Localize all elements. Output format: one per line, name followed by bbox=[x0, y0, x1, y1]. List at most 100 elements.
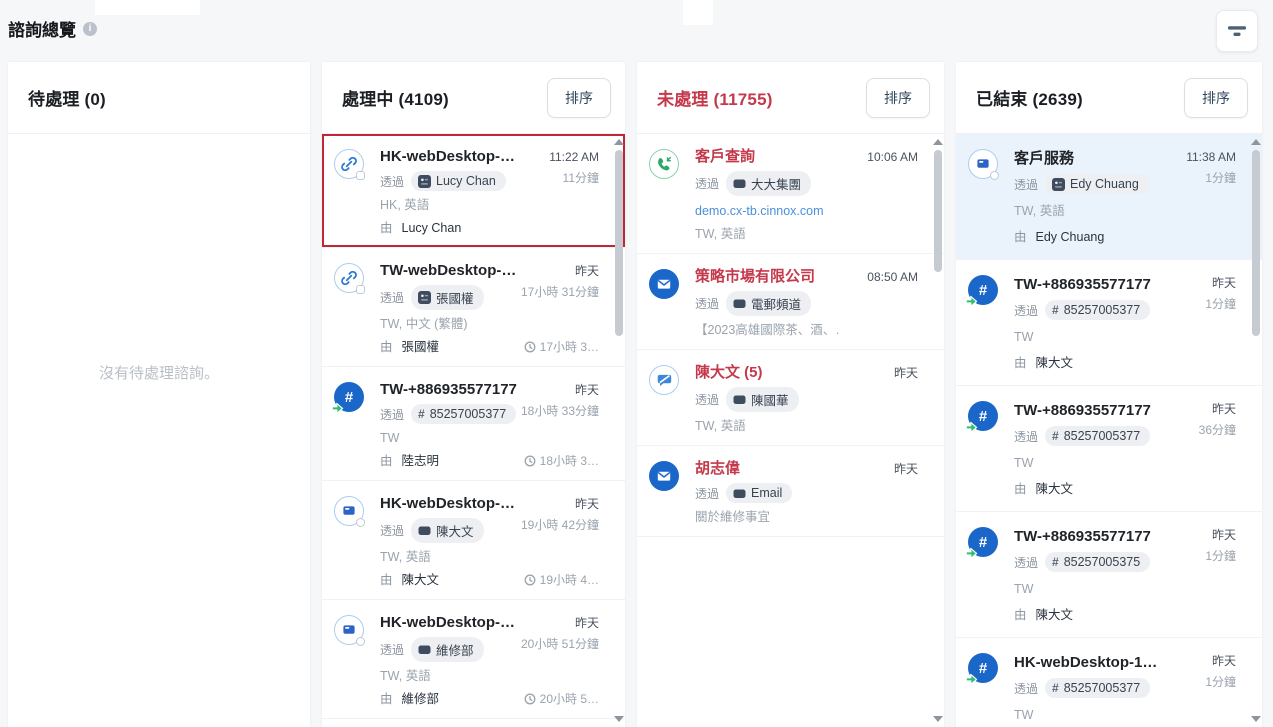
conversation-card[interactable]: 策略市場有限公司 08:50 AM 透過 電郵頻道 【2023高雄國際茶、酒、… bbox=[637, 254, 944, 350]
handled-by-name: 維修部 bbox=[401, 692, 440, 706]
conversation-card[interactable]: TW-webDesktop-158 昨天 17小時 31分鐘 透過 張國權 TW, 中文 … bbox=[322, 248, 625, 367]
conversation-card[interactable]: 客戶查詢 10:06 AM 透過 大大集團 demo.cx-tb.cinnox.com T… bbox=[637, 134, 944, 254]
card-time: 昨天 bbox=[574, 264, 599, 278]
scroll-up-arrow[interactable] bbox=[933, 139, 943, 145]
sort-button[interactable]: 排序 bbox=[866, 77, 930, 118]
scroll-down-arrow[interactable] bbox=[614, 716, 624, 722]
column-header-ended: 已結束 (2639) 排序 bbox=[956, 62, 1262, 134]
white-patch bbox=[683, 0, 713, 25]
handled-by-name: 陸志明 bbox=[401, 454, 440, 468]
info-icon[interactable]: i bbox=[83, 21, 97, 36]
column-header-in-progress: 處理中 (4109) 排序 bbox=[322, 62, 625, 134]
card-timestamps: 昨天 20小時 51分鐘 bbox=[513, 614, 599, 653]
card-title: HK-webDesktop-200 bbox=[380, 495, 521, 512]
via-chip: 維修部 bbox=[411, 637, 484, 662]
card-timestamps: 昨天 bbox=[832, 364, 918, 382]
card-list-in-progress: HK-webDesktop-228 11:22 AM 11分鐘 透過 Lucy Chan… bbox=[322, 134, 625, 727]
conversation-card[interactable]: 陳大文 (5) 昨天 透過 陳國華 TW, 英語 bbox=[637, 350, 944, 446]
via-chip: #85257005377 bbox=[1045, 678, 1151, 698]
scrollbar-thumb[interactable] bbox=[1252, 150, 1260, 336]
conversation-card[interactable]: # TW-+886935577177 昨天 36分鐘 透過 #85257005377 TW 由… bbox=[956, 386, 1262, 512]
conversation-card[interactable]: # TW-+886935577177 昨天 1分鐘 透過 #85257005375 TW 由陳… bbox=[956, 512, 1262, 638]
via-chip-label: 85257005377 bbox=[1063, 303, 1141, 317]
card-title: TW-+886935577177 bbox=[1014, 276, 1151, 293]
scrollbar-thumb[interactable] bbox=[934, 150, 942, 272]
card-time: 昨天 bbox=[1211, 528, 1236, 542]
handled-by-label: 由 bbox=[380, 221, 393, 235]
column-in-progress: 處理中 (4109) 排序 HK-webDesktop-228 11:22 AM 11分… bbox=[322, 62, 625, 727]
card-title: 客戶服務 bbox=[1014, 150, 1075, 167]
scrollbar-thumb[interactable] bbox=[615, 150, 623, 336]
via-row: 透過 #85257005375 bbox=[1014, 552, 1158, 572]
column-header-unhandled: 未處理 (11755) 排序 bbox=[637, 62, 944, 134]
card-duration: 19小時 42分鐘 bbox=[520, 518, 599, 532]
card-timestamps: 10:06 AM bbox=[832, 148, 918, 166]
hash-glyph: # bbox=[344, 388, 354, 406]
card-title: 陳大文 (5) bbox=[695, 364, 763, 381]
clock-icon bbox=[524, 693, 536, 705]
card-location-language: TW, 英語 bbox=[1014, 204, 1065, 218]
conversation-card[interactable]: HK-webDesktop-200 昨天 19小時 42分鐘 透過 陳大文 TW, 英語由… bbox=[322, 481, 625, 600]
hash-glyph: # bbox=[978, 407, 988, 425]
conversation-card[interactable]: # TW-+886935577177 昨天 18小時 33分鐘 透過 #852570053… bbox=[322, 367, 625, 481]
space-icon bbox=[733, 297, 746, 310]
via-row: 透過 電郵頻道 bbox=[695, 291, 840, 316]
via-label: 透過 bbox=[1014, 681, 1039, 696]
via-chip-label: 陳大文 bbox=[436, 525, 474, 539]
page-title: 諮詢總覽 i bbox=[8, 16, 97, 41]
conversation-card[interactable]: HK-webDesktop-199 昨天 20小時 51分鐘 透過 維修部 TW, 英語由… bbox=[322, 600, 625, 719]
card-location-language: TW bbox=[380, 431, 400, 445]
hash-glyph: # bbox=[978, 533, 988, 551]
card-title: TW-+886935577177 bbox=[380, 381, 517, 398]
scroll-down-arrow[interactable] bbox=[933, 716, 943, 722]
conversation-card[interactable]: 胡志偉 昨天 透過 Email 關於維修事宜 bbox=[637, 446, 944, 537]
card-list-unhandled: 客戶查詢 10:06 AM 透過 大大集團 demo.cx-tb.cinnox.com T… bbox=[637, 134, 944, 727]
space-icon bbox=[418, 643, 431, 656]
consultation-board: 待處理 (0) 沒有待處理諮詢。 處理中 (4109) 排序 HK-webDesktop… bbox=[8, 62, 1262, 727]
card-duration: 1分鐘 bbox=[1205, 675, 1236, 689]
card-time: 昨天 bbox=[893, 462, 918, 476]
handled-by-row: 由陳大文 bbox=[1014, 354, 1158, 372]
hash-glyph: # bbox=[978, 659, 988, 677]
card-location-language: TW bbox=[1014, 708, 1034, 722]
handled-by-name: Lucy Chan bbox=[401, 221, 462, 235]
filter-button[interactable] bbox=[1216, 10, 1258, 52]
channel-sub-badge bbox=[356, 171, 365, 180]
via-chip-label: 張國權 bbox=[436, 292, 474, 306]
scroll-up-arrow[interactable] bbox=[614, 139, 624, 145]
handled-by-label: 由 bbox=[1014, 230, 1027, 244]
via-label: 透過 bbox=[695, 297, 720, 311]
elapsed-time: 18小時 3… bbox=[524, 452, 599, 469]
card-subject: 關於維修事宜 bbox=[695, 510, 771, 524]
email-icon bbox=[649, 269, 679, 299]
via-chip-label: 大大集團 bbox=[751, 178, 802, 192]
web-widget-icon bbox=[334, 615, 365, 646]
card-title: 策略市場有限公司 bbox=[695, 268, 816, 285]
scrollbar bbox=[614, 134, 624, 727]
scroll-down-arrow[interactable] bbox=[1251, 716, 1261, 722]
sort-button[interactable]: 排序 bbox=[547, 77, 611, 118]
conversation-card[interactable]: 客戶服務 11:38 AM 1分鐘 透過 Edy Chuang TW, 英語由 Edy Ch… bbox=[956, 134, 1262, 260]
via-chip: 張國權 bbox=[411, 285, 484, 310]
card-timestamps: 昨天 1分鐘 bbox=[1150, 274, 1236, 313]
card-link[interactable]: demo.cx-tb.cinnox.com bbox=[695, 203, 840, 220]
space-icon bbox=[733, 177, 746, 190]
card-time: 昨天 bbox=[574, 383, 599, 397]
card-title: HK-webDesktop-199 bbox=[380, 614, 521, 631]
elapsed-time: 20小時 5… bbox=[524, 690, 599, 707]
card-duration: 17小時 31分鐘 bbox=[520, 285, 599, 299]
via-row: 透過 大大集團 bbox=[695, 171, 840, 196]
via-label: 透過 bbox=[1014, 303, 1039, 318]
handled-by-row: 由陸志明 bbox=[380, 452, 521, 470]
scroll-up-arrow[interactable] bbox=[1251, 139, 1261, 145]
conversation-card[interactable]: HK-webDesktop-228 11:22 AM 11分鐘 透過 Lucy Chan… bbox=[322, 134, 625, 248]
card-title: HK-webDesktop-228 bbox=[380, 148, 521, 165]
via-chip: Lucy Chan bbox=[411, 171, 506, 191]
conversation-card[interactable]: # TW-+886935577177 昨天 1分鐘 透過 #85257005377 TW 由陳… bbox=[956, 260, 1262, 386]
card-time: 昨天 bbox=[893, 366, 918, 380]
handled-by-row: 由 Lucy Chan bbox=[380, 219, 521, 237]
conversation-card[interactable]: # HK-webDesktop-199 昨天 1分鐘 透過 #85257005377 TW bbox=[956, 638, 1262, 727]
via-chip-label: Lucy Chan bbox=[436, 174, 496, 188]
card-time: 11:38 AM bbox=[1186, 150, 1236, 164]
sort-button[interactable]: 排序 bbox=[1184, 77, 1248, 118]
